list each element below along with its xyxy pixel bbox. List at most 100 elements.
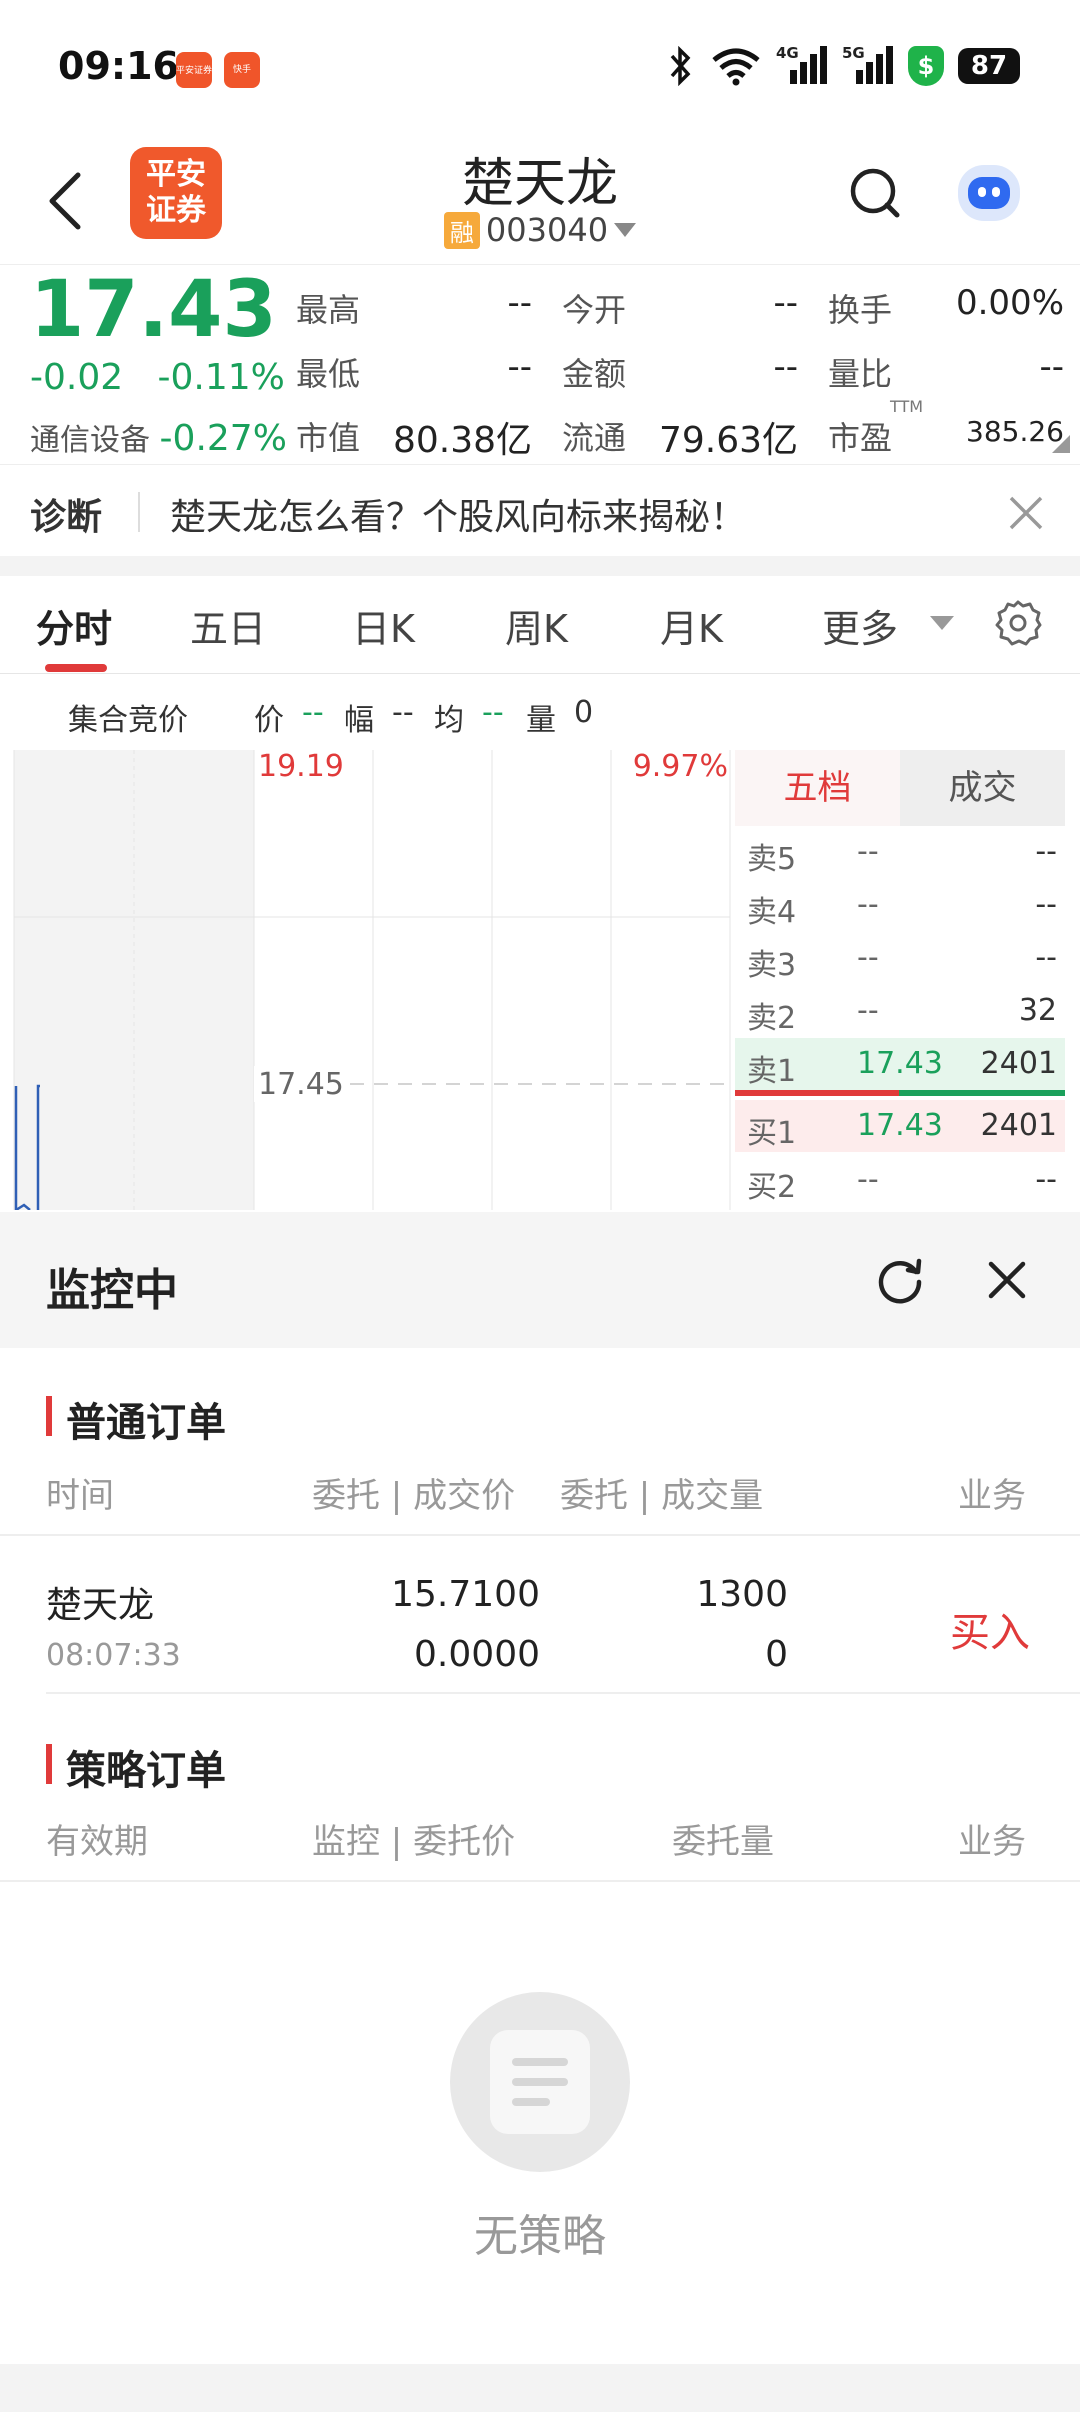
price-change: -0.02 -0.11% xyxy=(30,357,285,398)
industry-percent: -0.27% xyxy=(159,418,287,459)
monitor-title: 监控中 xyxy=(46,1265,178,1316)
empty-document-icon xyxy=(450,1992,630,2172)
ttm-label: TTM xyxy=(890,397,924,416)
tab-intraday[interactable]: 分时 xyxy=(36,598,112,653)
amplitude-value: -- xyxy=(392,695,414,730)
tab-trades[interactable]: 成交 xyxy=(900,750,1065,826)
divider xyxy=(0,1880,1080,1882)
divider xyxy=(46,1692,1080,1694)
tab-weekly-k[interactable]: 周K xyxy=(505,598,568,653)
empty-state-text: 无策略 xyxy=(474,2211,606,2262)
bid-strength-bar xyxy=(735,1090,899,1096)
amplitude-label: 幅 xyxy=(344,703,374,738)
expand-corner-icon[interactable] xyxy=(1052,435,1070,453)
quote-value: 80.38亿 xyxy=(392,420,532,461)
level-price: -- xyxy=(857,834,879,869)
order-book: 五档 成交 卖5 -- -- 卖4 -- -- 卖3 -- -- 卖2 -- 3… xyxy=(735,750,1065,1210)
tab-five-day[interactable]: 五日 xyxy=(190,598,266,653)
search-icon[interactable] xyxy=(845,163,905,223)
pingan-app-icon: 平安证券 xyxy=(176,52,212,88)
table-row[interactable]: 楚天龙 08:07:33 15.7100 0.0000 1300 0 买入 xyxy=(0,1536,1080,1706)
level-price: -- xyxy=(857,1162,879,1197)
tab-monthly-k[interactable]: 月K xyxy=(660,598,723,653)
quote-label: 最高 xyxy=(296,291,361,329)
quote-label: 今开 xyxy=(562,291,627,329)
chart-top-price: 19.19 xyxy=(258,750,344,784)
diagnosis-label: 诊断 xyxy=(30,497,103,538)
quote-label: 换手 xyxy=(828,291,893,329)
tab-more[interactable]: 更多 xyxy=(822,598,898,653)
tab-five-levels[interactable]: 五档 xyxy=(735,750,900,826)
order-time: 08:07:33 xyxy=(46,1638,181,1673)
monitor-panel: 监控中 普通订单 时间 委托 | 成交价 委托 | 成交量 业务 楚天龙 08:… xyxy=(0,1212,1080,2412)
filled-price: 0.0000 xyxy=(414,1634,540,1675)
close-icon[interactable] xyxy=(983,1256,1031,1304)
order-price: 15.7100 xyxy=(391,1574,540,1615)
level-price: -- xyxy=(857,887,879,922)
industry-change[interactable]: 通信设备 -0.27% xyxy=(30,415,287,459)
level-label: 卖1 xyxy=(747,1054,797,1089)
stock-header: 楚天龙 平安 证券 融 003040 xyxy=(0,135,1080,265)
quote-label: 金额 xyxy=(562,355,627,393)
quote-value: 0.00% xyxy=(955,283,1064,323)
level-volume: -- xyxy=(1035,1162,1057,1197)
price-label: 价 xyxy=(254,703,284,738)
chevron-down-icon[interactable] xyxy=(930,616,954,630)
intraday-chart[interactable]: 19.19 9.97% 17.45 xyxy=(0,750,735,1210)
status-bar: 09:16 平安证券 快手 4G 5G $ 87 xyxy=(0,0,1080,130)
ask-row-3[interactable]: 卖3 -- -- xyxy=(735,932,1065,984)
diagnosis-banner[interactable]: 诊断 楚天龙怎么看？个股风向标来揭秘！ xyxy=(0,466,1080,556)
level-label: 买1 xyxy=(747,1116,797,1151)
level-price: -- xyxy=(857,993,879,1028)
column-header: 监控 | 委托价 xyxy=(312,1822,516,1862)
signal-5g-icon: 5G xyxy=(842,44,894,86)
level-price: 17.43 xyxy=(857,1108,943,1143)
volume-label: 量 xyxy=(526,703,556,738)
level-label: 卖3 xyxy=(747,948,797,983)
tab-daily-k[interactable]: 日K xyxy=(352,598,415,653)
average-label: 均 xyxy=(434,703,464,738)
level-volume: -- xyxy=(1035,940,1057,975)
close-icon[interactable] xyxy=(1005,492,1047,534)
stock-code-selector[interactable]: 融 003040 xyxy=(0,211,1080,249)
refresh-icon[interactable] xyxy=(872,1252,928,1308)
chart-mid-price: 17.45 xyxy=(258,1067,344,1102)
logo-line-1: 平安 xyxy=(146,157,206,192)
average-value: -- xyxy=(482,695,504,730)
column-header: 业务 xyxy=(958,1822,1026,1862)
ai-assistant-icon[interactable] xyxy=(958,165,1020,221)
quote-panel: 17.43 -0.02 -0.11% 通信设备 -0.27% 最高 -- 今开 … xyxy=(0,265,1080,465)
level-volume: -- xyxy=(1035,887,1057,922)
level-volume: 2401 xyxy=(980,1046,1057,1081)
level-price: 17.43 xyxy=(857,1046,943,1081)
column-header: 有效期 xyxy=(46,1822,148,1862)
bid-row-2[interactable]: 买2 -- -- xyxy=(735,1154,1065,1206)
change-value: -0.02 xyxy=(30,357,124,398)
quote-value: 79.63亿 xyxy=(658,420,798,461)
order-volume: 1300 xyxy=(696,1574,788,1615)
ask-row-1[interactable]: 卖1 17.43 2401 xyxy=(735,1038,1065,1090)
quote-label: 市盈 xyxy=(828,419,893,457)
column-header: 委托 | 成交价 xyxy=(312,1476,516,1516)
quote-label: 流通 xyxy=(562,419,627,457)
level-label: 卖2 xyxy=(747,1001,797,1036)
battery-indicator: 87 xyxy=(958,48,1020,84)
ask-row-2[interactable]: 卖2 -- 32 xyxy=(735,985,1065,1037)
stock-code: 003040 xyxy=(485,211,609,249)
gear-icon[interactable] xyxy=(993,598,1043,648)
diagnosis-text[interactable]: 楚天龙怎么看？个股风向标来揭秘！ xyxy=(170,488,746,540)
bid-row-1[interactable]: 买1 17.43 2401 xyxy=(735,1100,1065,1152)
ask-row-5[interactable]: 卖5 -- -- xyxy=(735,826,1065,878)
level-label: 卖4 xyxy=(747,895,797,930)
quote-value: -- xyxy=(507,347,532,387)
quote-label: 最低 xyxy=(296,355,361,393)
kuaishou-app-icon: 快手 xyxy=(224,52,260,88)
quote-label: 市值 xyxy=(296,419,361,457)
industry-name: 通信设备 xyxy=(30,423,150,458)
active-tab-indicator xyxy=(45,664,107,672)
quote-value: 385.26 xyxy=(966,415,1064,448)
ask-row-4[interactable]: 卖4 -- -- xyxy=(735,879,1065,931)
quote-label: 量比 xyxy=(828,355,893,393)
chevron-down-icon xyxy=(614,223,637,237)
margin-badge: 融 xyxy=(443,211,480,249)
